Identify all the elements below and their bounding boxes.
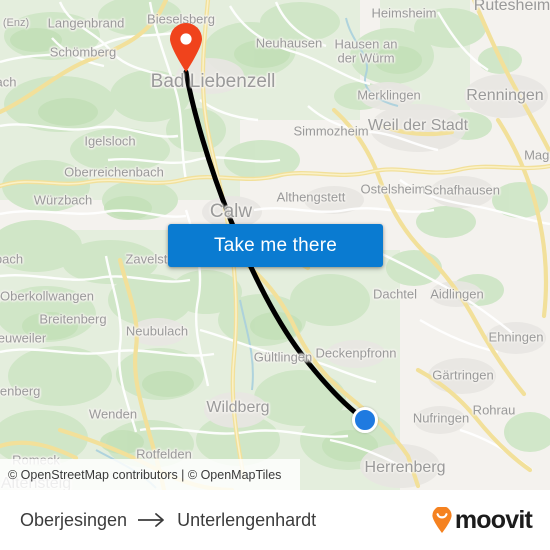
route-destination-label: Unterlengenhardt — [177, 509, 317, 530]
take-me-there-button[interactable]: Take me there — [168, 224, 383, 267]
moovit-route-map-screen: (Enz) Langenbrand Bieselsberg Heimsheim Rute… — [0, 0, 550, 550]
route-origin-label: Oberjesingen — [20, 509, 128, 530]
destination-marker-dot[interactable] — [352, 407, 378, 433]
map-attribution-text[interactable]: © OpenStreetMap contributors | © OpenMap… — [8, 468, 281, 482]
route-summary: Oberjesingen Unterlengenhardt — [20, 510, 316, 531]
footer-bar: Oberjesingen Unterlengenhardt moovit — [0, 490, 550, 550]
moovit-pin-icon — [432, 507, 452, 533]
moovit-logo[interactable]: moovit — [431, 505, 533, 534]
arrow-right-icon — [138, 513, 164, 527]
moovit-wordmark: moovit — [454, 505, 533, 534]
map-attribution-bar: © OpenStreetMap contributors | © OpenMap… — [0, 459, 300, 490]
map-canvas[interactable]: (Enz) Langenbrand Bieselsberg Heimsheim Rute… — [0, 0, 550, 490]
